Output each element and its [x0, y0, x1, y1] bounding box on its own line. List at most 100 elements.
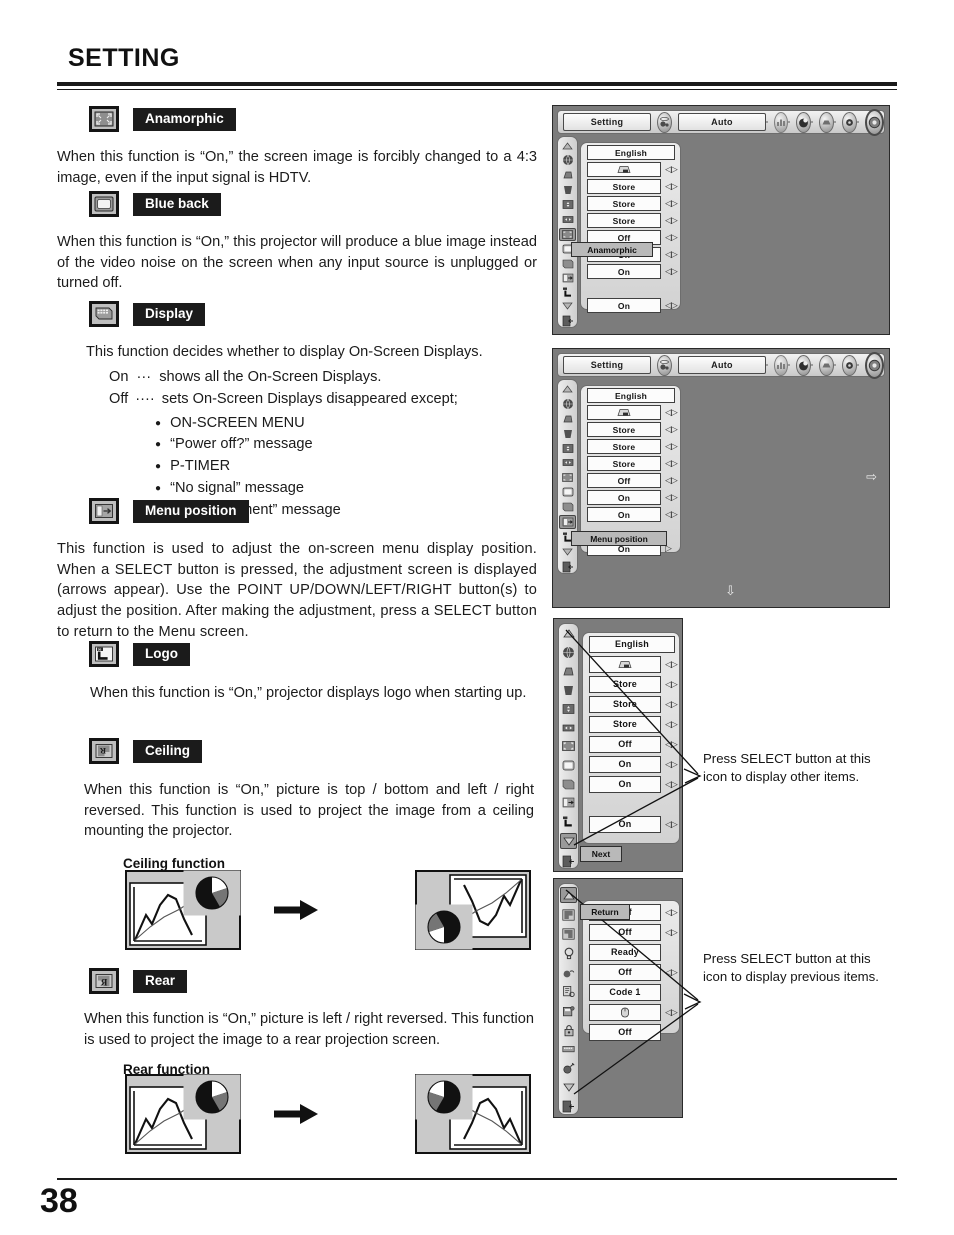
menu-value[interactable]: Store [589, 715, 661, 733]
menu-value[interactable]: Store [587, 439, 661, 454]
menu-value[interactable]: On [589, 755, 661, 773]
menu-value[interactable]: Store [587, 422, 661, 437]
display-side-icon[interactable] [561, 777, 576, 791]
lr-arrows-icon[interactable]: ◁▷ [665, 458, 678, 469]
keyboard-icon[interactable] [561, 1042, 576, 1056]
menu-value[interactable]: On [587, 490, 661, 505]
lr-arrows-icon[interactable]: ◁▷ [665, 759, 678, 770]
blue-back-side-icon[interactable] [560, 428, 575, 440]
menu-value[interactable]: Off [587, 473, 661, 488]
menu-position-side-icon[interactable] [559, 515, 576, 529]
menu-value[interactable]: Store [587, 196, 661, 211]
lamp-counter-icon[interactable] [561, 985, 576, 999]
setting-gear-icon[interactable] [865, 351, 884, 379]
lr-arrows-icon[interactable]: ◁▷ [665, 266, 678, 277]
vertical-adjust-icon[interactable] [561, 702, 576, 716]
menu-value[interactable]: Off [589, 1023, 661, 1041]
lr-arrows-icon[interactable]: ◁▷ [665, 424, 678, 435]
menu-value[interactable]: English [587, 388, 675, 403]
remote-control-icon[interactable] [561, 1004, 576, 1018]
image-adjust-icon[interactable] [796, 354, 811, 376]
lr-arrows-icon[interactable]: ◁▷ [665, 509, 678, 520]
lr-arrows-icon[interactable]: ◁▷ [665, 967, 678, 978]
screen-icon[interactable] [819, 111, 834, 133]
osd-input-auto[interactable]: Auto [678, 356, 766, 374]
menu-value[interactable]: Ready [589, 943, 661, 961]
input-source-icon[interactable] [657, 111, 672, 133]
menu-value[interactable]: Store [589, 675, 661, 693]
keystone-value[interactable] [589, 655, 661, 673]
menu-value[interactable]: On [587, 264, 661, 279]
anamorphic-side-icon[interactable] [561, 740, 576, 754]
scroll-down-icon[interactable] [560, 301, 575, 312]
cooling-icon[interactable] [561, 966, 576, 980]
menu-value[interactable]: English [587, 145, 675, 160]
menu-value[interactable]: On [589, 815, 661, 833]
scroll-up-icon[interactable] [560, 383, 575, 395]
lr-arrows-icon[interactable]: ◁▷ [665, 475, 678, 486]
lr-arrows-icon[interactable]: ◁▷ [665, 659, 678, 670]
lr-arrows-icon[interactable]: ◁▷ [665, 719, 678, 730]
lr-arrows-icon[interactable]: ◁▷ [665, 907, 678, 918]
scroll-up-icon[interactable] [561, 627, 576, 641]
menu-value[interactable]: Store [587, 213, 661, 228]
exit-icon[interactable] [560, 561, 575, 573]
horizontal-adjust-icon[interactable] [561, 721, 576, 735]
lr-arrows-icon[interactable]: ◁▷ [665, 181, 678, 192]
lr-arrows-icon[interactable]: ◁▷ [665, 232, 678, 243]
lock-icon[interactable] [561, 1023, 576, 1037]
menu-value[interactable]: Store [587, 456, 661, 471]
logo-side-icon[interactable] [560, 287, 575, 298]
scroll-down-next-icon[interactable] [560, 833, 577, 850]
menu-value[interactable]: Off [589, 735, 661, 753]
display-side-icon[interactable] [560, 258, 575, 269]
exit-icon[interactable] [560, 315, 575, 327]
lr-arrows-icon[interactable]: ◁▷ [665, 779, 678, 790]
keystone-icon[interactable] [561, 665, 576, 679]
anamorphic-side-icon[interactable] [559, 227, 576, 241]
menu-position-side-icon[interactable] [560, 272, 575, 283]
scroll-down-icon[interactable] [561, 1081, 576, 1095]
menu-value[interactable]: On [587, 298, 661, 313]
osd-input-auto[interactable]: Auto [678, 113, 766, 131]
lr-arrows-icon[interactable]: ◁▷ [665, 679, 678, 690]
lr-arrows-icon[interactable]: ◁▷ [665, 927, 678, 938]
vertical-adjust-icon[interactable] [560, 443, 575, 455]
keystone-icon[interactable] [560, 169, 575, 181]
osd-menu-title[interactable]: Setting [563, 356, 651, 374]
blue-back-side-icon-2[interactable] [560, 486, 575, 498]
lr-arrows-icon[interactable]: ◁▷ [665, 407, 678, 418]
logo-side-icon[interactable] [561, 815, 576, 829]
menu-value[interactable]: Off [589, 963, 661, 981]
language-icon[interactable] [560, 154, 575, 166]
setting-gear-icon[interactable] [865, 108, 884, 136]
sound-icon[interactable] [842, 354, 857, 376]
menu-value[interactable]: Store [589, 695, 661, 713]
lr-arrows-icon[interactable]: ◁▷ [665, 215, 678, 226]
menu-value[interactable]: Store [587, 179, 661, 194]
language-icon[interactable] [560, 398, 575, 410]
menu-value[interactable]: English [589, 635, 675, 653]
lr-arrows-icon[interactable]: ◁▷ [665, 699, 678, 710]
lr-arrows-icon[interactable]: ◁▷ [665, 164, 678, 175]
keystone-value[interactable] [587, 162, 661, 177]
ceiling-side-icon[interactable] [561, 908, 576, 922]
blue-back-side-icon[interactable] [561, 683, 576, 697]
screen-icon[interactable] [819, 354, 834, 376]
image-level-icon[interactable] [774, 111, 788, 133]
menu-value[interactable]: On [589, 775, 661, 793]
scroll-up-icon[interactable] [560, 140, 575, 151]
blue-back-side-icon-2[interactable] [561, 758, 576, 772]
horizontal-adjust-icon[interactable] [560, 213, 575, 224]
rear-side-icon[interactable] [561, 927, 576, 941]
lr-arrows-icon[interactable]: ◁▷ [665, 739, 678, 750]
lr-arrows-icon[interactable]: ◁▷ [665, 819, 678, 830]
sound-icon[interactable] [842, 111, 857, 133]
image-level-icon[interactable] [774, 354, 788, 376]
keystone-icon[interactable] [560, 413, 575, 425]
scroll-up-return-icon[interactable] [560, 887, 577, 904]
horizontal-adjust-icon[interactable] [560, 457, 575, 469]
menu-position-side-icon[interactable] [561, 796, 576, 810]
lr-arrows-icon[interactable]: ◁▷ [665, 300, 678, 311]
input-source-icon[interactable] [657, 354, 672, 376]
